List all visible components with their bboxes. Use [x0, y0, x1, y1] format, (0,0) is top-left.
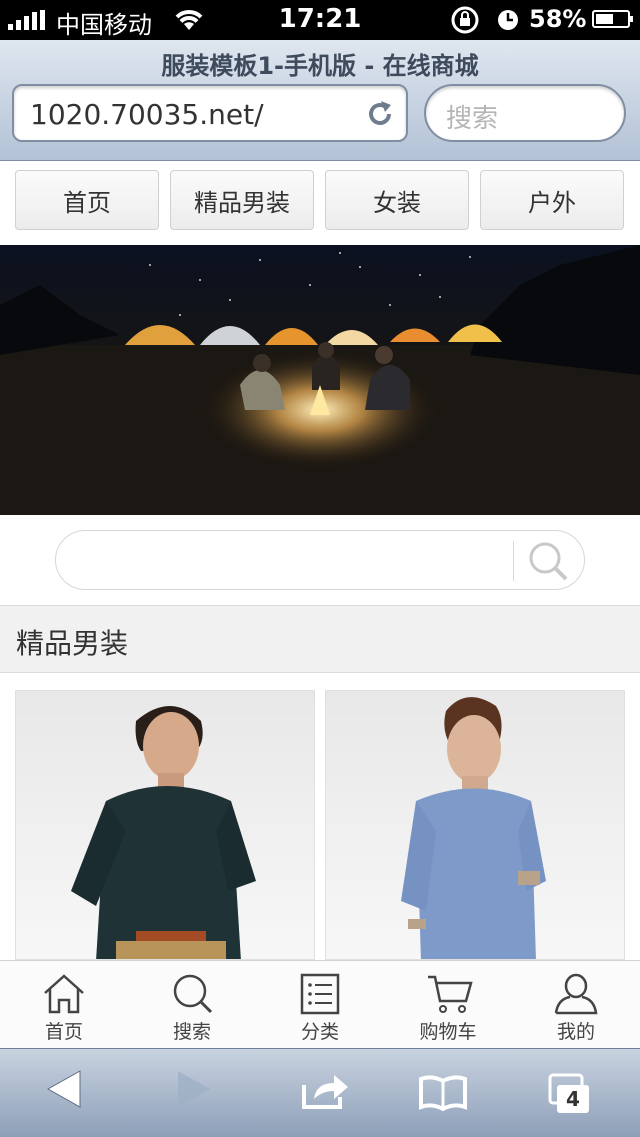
tab-search[interactable]: 搜索 — [128, 961, 256, 1049]
page-title: 服装模板1-手机版 - 在线商城 — [161, 52, 479, 80]
browser-search-field[interactable]: 搜索 — [424, 84, 626, 142]
rotation-lock-icon — [451, 6, 479, 34]
browser-toolbar — [0, 1048, 640, 1137]
battery-icon — [592, 10, 633, 28]
browser-search-placeholder: 搜索 — [446, 104, 499, 134]
product-card[interactable] — [325, 690, 625, 960]
address-bar[interactable]: 1020.70035.net/ — [12, 84, 408, 142]
tab-cart-label: 购物车 — [419, 1021, 477, 1043]
forward-icon[interactable] — [176, 1069, 212, 1109]
back-icon[interactable] — [46, 1069, 82, 1109]
tab-profile[interactable]: 我的 — [512, 961, 640, 1049]
banner-image[interactable] — [0, 245, 640, 515]
browser-top-bar: 服装模板1-手机版 - 在线商城 1020.70035.net/ 搜索 — [0, 40, 640, 161]
tab-profile-label: 我的 — [556, 1021, 595, 1043]
alarm-icon — [498, 10, 518, 30]
url-text: 1020.70035.net/ — [30, 98, 264, 131]
nav-mens[interactable]: 精品男装 — [170, 170, 314, 230]
product-image — [71, 706, 256, 959]
tab-category[interactable]: 分类 — [256, 961, 384, 1049]
search-divider — [513, 541, 514, 581]
category-nav: 首页 精品男装 女装 户外 — [0, 161, 640, 245]
bookmarks-icon[interactable] — [418, 1075, 468, 1111]
product-card[interactable] — [15, 690, 315, 960]
tab-search-label: 搜索 — [172, 1021, 211, 1043]
section-header: 精品男装 — [0, 605, 640, 673]
nav-outdoor[interactable]: 户外 — [480, 170, 624, 230]
tab-home[interactable]: 首页 — [0, 961, 128, 1049]
search-icon[interactable] — [526, 539, 570, 583]
open-tabs-count: 4 — [557, 1085, 589, 1113]
section-title: 精品男装 — [16, 627, 129, 660]
nav-home[interactable]: 首页 — [15, 170, 159, 230]
share-icon[interactable] — [300, 1071, 350, 1111]
site-search-input[interactable] — [55, 530, 585, 590]
nav-womens[interactable]: 女装 — [325, 170, 469, 230]
campfire-tents-illustration — [0, 245, 640, 515]
battery-percent: 58% — [529, 5, 587, 33]
reload-icon[interactable] — [364, 98, 396, 130]
list-icon — [300, 973, 340, 1015]
bottom-tab-bar: 首页 搜索 分类 购物车 我的 — [0, 960, 640, 1049]
product-image — [401, 697, 546, 959]
user-icon — [554, 973, 598, 1015]
status-bar: 中国移动 17:21 58% — [0, 0, 640, 40]
home-icon — [44, 974, 84, 1014]
tab-home-label: 首页 — [44, 1021, 83, 1043]
tab-category-label: 分类 — [300, 1021, 339, 1043]
cart-icon — [428, 975, 473, 1013]
search-icon — [173, 974, 213, 1014]
tab-cart[interactable]: 购物车 — [384, 961, 512, 1049]
